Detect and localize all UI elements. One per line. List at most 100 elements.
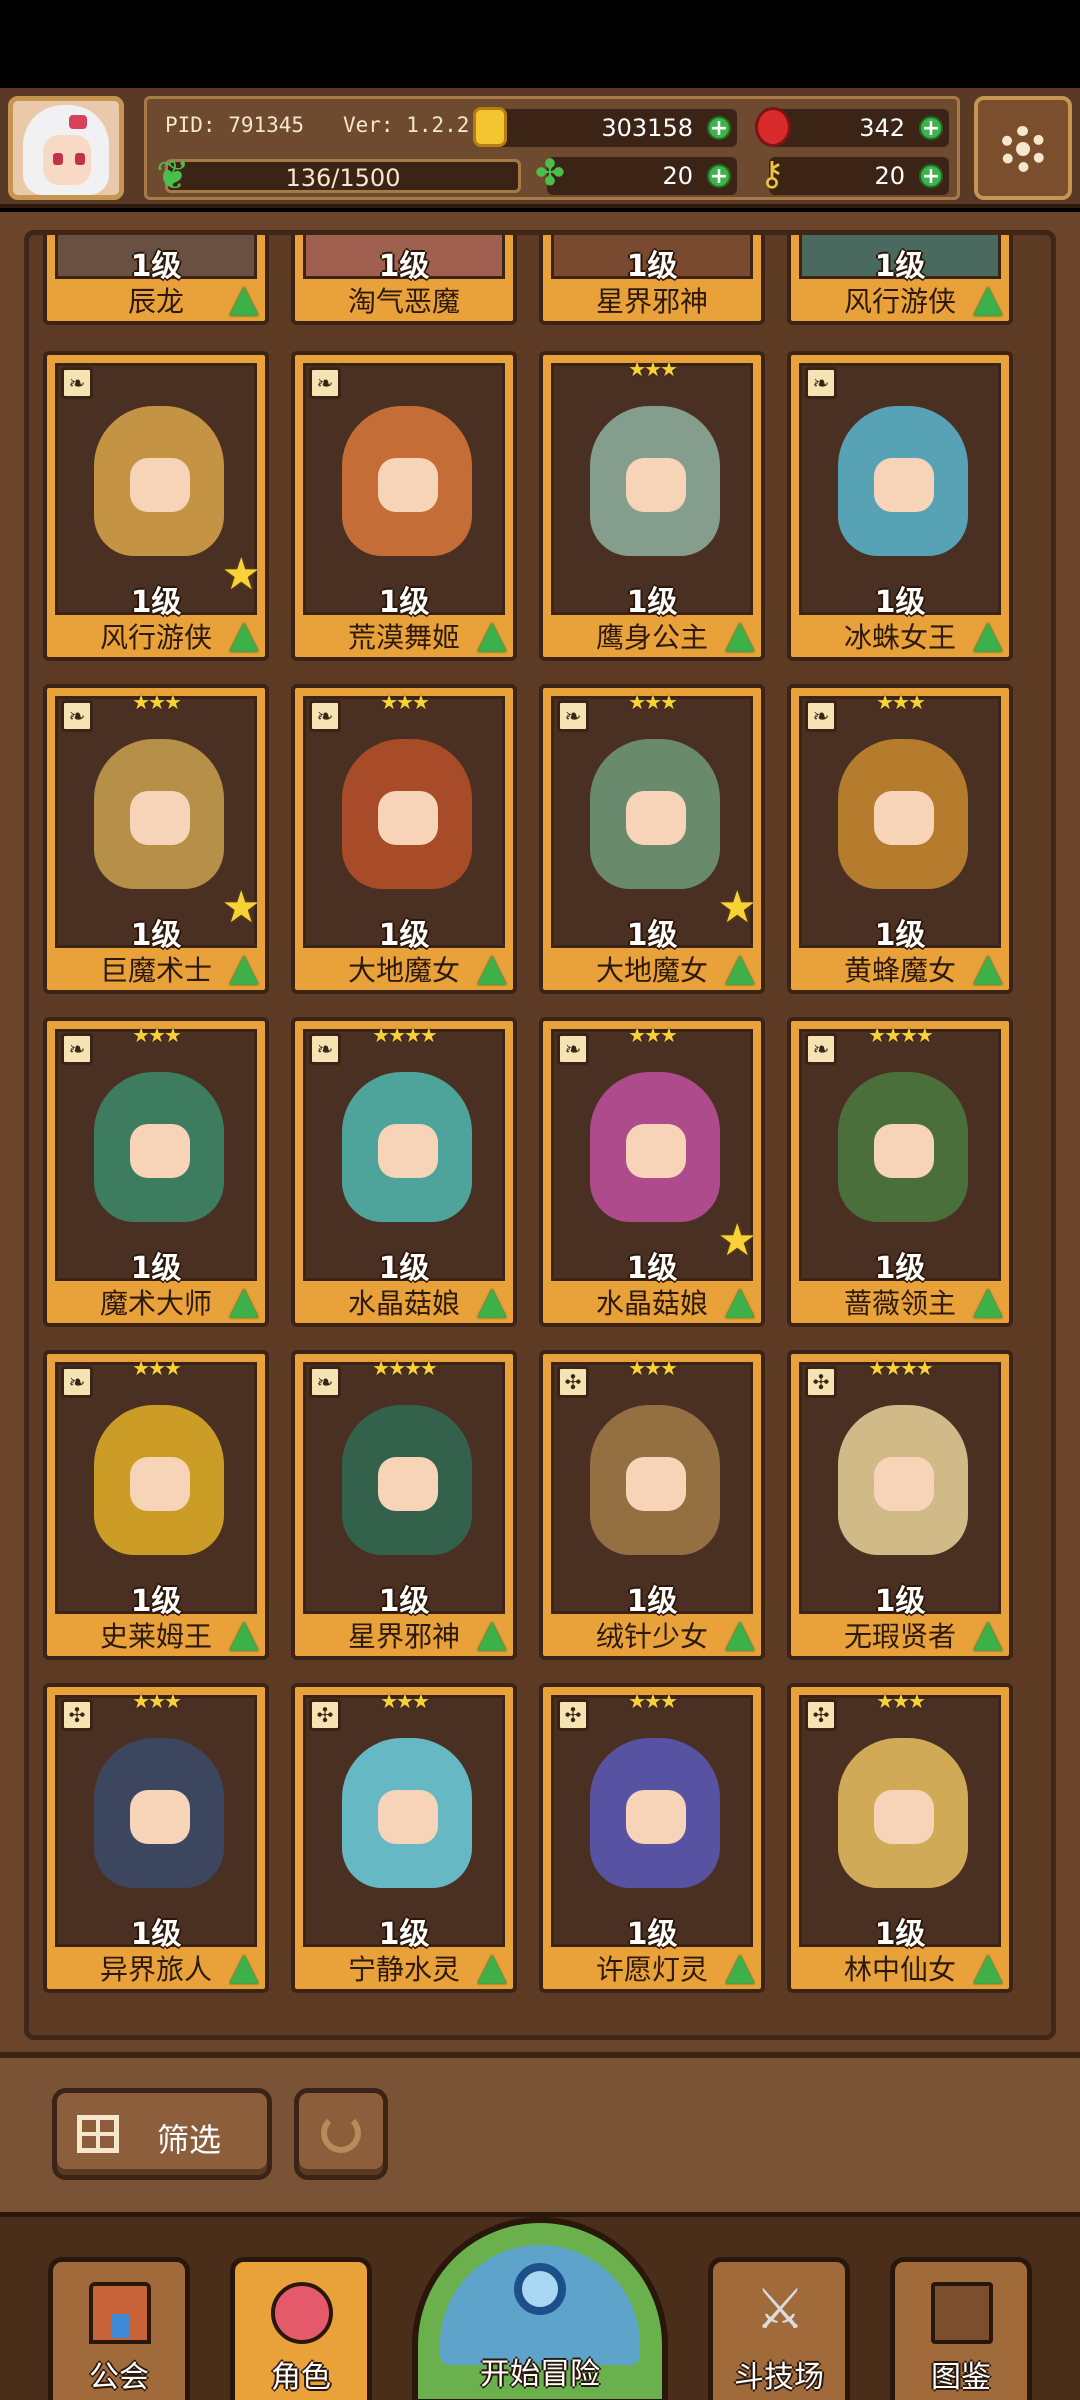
coin-counter: 303158 +: [473, 107, 737, 147]
star-rating: ★★★: [380, 1689, 430, 1713]
character-card[interactable]: ❧ ★★★ 1级 巨魔术士 ★ ▲: [43, 684, 269, 994]
upgrade-arrow-icon: ▲: [973, 612, 1003, 656]
filter-button[interactable]: 筛选: [52, 2088, 272, 2180]
nav-guild[interactable]: 公会: [48, 2257, 190, 2400]
upgrade-arrow-icon: ▲: [973, 1944, 1003, 1988]
guild-house-icon: [89, 2282, 151, 2344]
character-board: 1级 辰龙 ▲ 1级 淘气恶魔 1级 星界邪神 1级 风行游侠 ▲ ❧ 1级 风行游…: [0, 212, 1080, 2052]
player-avatar[interactable]: [8, 96, 124, 200]
star-rating: ★★★: [132, 1023, 182, 1047]
status-bar: [0, 0, 1080, 88]
favorite-star-icon: ★: [221, 549, 261, 600]
star-rating: ★★★: [628, 1356, 678, 1380]
upgrade-arrow-icon: ▲: [477, 612, 507, 656]
nav-character-label: 角色: [271, 2360, 331, 2395]
clover-value: 20: [662, 162, 693, 190]
bottom-nav: 公会 角色 开始冒险 ⚔ 斗技场 图鉴: [0, 2212, 1080, 2400]
key-value: 20: [874, 162, 905, 190]
leaf-icon: ❧: [309, 367, 341, 399]
character-card[interactable]: ❧ 1级 风行游侠 ★ ▲: [43, 351, 269, 661]
upgrade-arrow-icon: ▲: [725, 1278, 755, 1322]
card-level: 1级: [626, 249, 678, 284]
magnifier-icon: [514, 2263, 566, 2315]
nav-character[interactable]: 角色: [230, 2257, 372, 2400]
star-rating: ★★★★: [868, 1023, 934, 1047]
character-card[interactable]: ❧ 1级 冰蛛女王 ▲: [787, 351, 1013, 661]
character-card[interactable]: 1级 辰龙 ▲: [43, 235, 269, 325]
upgrade-arrow-icon: ▲: [725, 1611, 755, 1655]
character-card[interactable]: ✣ ★★★ 1级 异界旅人 ▲: [43, 1683, 269, 1993]
add-gems-button[interactable]: +: [919, 116, 943, 140]
character-card[interactable]: ❧ ★★★★ 1级 蔷薇领主 ▲: [787, 1017, 1013, 1327]
upgrade-arrow-icon: ▲: [973, 1278, 1003, 1322]
key-counter: ⚷ 20 +: [760, 155, 949, 195]
character-card[interactable]: ❧ ★★★ 1级 魔术大师 ▲: [43, 1017, 269, 1327]
nav-codex-label: 图鉴: [931, 2360, 991, 2395]
nav-arena-label: 斗技场: [734, 2360, 824, 2395]
star-rating: ★★★: [628, 1023, 678, 1047]
nav-codex[interactable]: 图鉴: [890, 2257, 1032, 2400]
character-grid[interactable]: 1级 辰龙 ▲ 1级 淘气恶魔 1级 星界邪神 1级 风行游侠 ▲ ❧ 1级 风行游…: [24, 230, 1056, 2040]
character-card[interactable]: 1级 淘气恶魔: [291, 235, 517, 325]
character-card[interactable]: ❧ ★★★ 1级 史莱姆王 ▲: [43, 1350, 269, 1660]
favorite-star-icon: ★: [221, 882, 261, 933]
character-card[interactable]: ✣ ★★★ 1级 许愿灯灵 ▲: [539, 1683, 765, 1993]
add-keys-button[interactable]: +: [919, 164, 943, 188]
character-card[interactable]: 1级 风行游侠 ▲: [787, 235, 1013, 325]
nav-arena[interactable]: ⚔ 斗技场: [708, 2257, 850, 2400]
character-card[interactable]: ❧ ★★★ 1级 大地魔女 ▲: [291, 684, 517, 994]
card-name: 星界邪神: [595, 285, 708, 318]
upgrade-arrow-icon: ▲: [229, 276, 259, 320]
upgrade-arrow-icon: ▲: [229, 612, 259, 656]
start-adventure-button[interactable]: 开始冒险: [412, 2217, 668, 2400]
card-level: 1级: [378, 249, 430, 284]
leaf-icon: ❧: [805, 367, 837, 399]
character-card[interactable]: ❧ ★★★ 1级 大地魔女 ★ ▲: [539, 684, 765, 994]
upgrade-arrow-icon: ▲: [725, 1944, 755, 1988]
start-adventure-label: 开始冒险: [480, 2357, 600, 2392]
character-icon: [271, 2282, 333, 2344]
star-rating: ★★★: [132, 690, 182, 714]
character-card[interactable]: ❧ ★★★ 1级 黄蜂魔女 ▲: [787, 684, 1013, 994]
upgrade-arrow-icon: ▲: [229, 1611, 259, 1655]
settings-button[interactable]: [974, 96, 1072, 200]
upgrade-arrow-icon: ▲: [477, 1278, 507, 1322]
star-rating: ★★★: [628, 1689, 678, 1713]
favorite-star-icon: ★: [717, 1215, 757, 1266]
star-rating: ★★★: [132, 1689, 182, 1713]
add-clovers-button[interactable]: +: [707, 164, 731, 188]
character-card[interactable]: ✣ ★★★★ 1级 无瑕贤者 ▲: [787, 1350, 1013, 1660]
coin-icon: [473, 107, 507, 147]
upgrade-arrow-icon: ▲: [229, 1278, 259, 1322]
upgrade-arrow-icon: ▲: [229, 1944, 259, 1988]
reset-button[interactable]: [294, 2088, 388, 2180]
filter-bar: 筛选: [0, 2052, 1080, 2212]
character-card[interactable]: ✣ ★★★ 1级 绒针少女 ▲: [539, 1350, 765, 1660]
top-hud: PID: 791345 Ver: 1.2.2.3 303158 + 342 + …: [0, 88, 1080, 208]
leaf-icon: ❧: [61, 367, 93, 399]
star-rating: ★★★: [132, 1356, 182, 1380]
exp-value: 136/1500: [285, 164, 401, 192]
upgrade-arrow-icon: ▲: [973, 276, 1003, 320]
star-rating: ★★★★: [372, 1023, 438, 1047]
character-card[interactable]: 1级 星界邪神: [539, 235, 765, 325]
character-card[interactable]: ❧ 1级 荒漠舞姬 ▲: [291, 351, 517, 661]
key-icon: ⚷: [759, 154, 785, 194]
character-card[interactable]: ❧ ★★★ 1级 水晶菇娘 ★ ▲: [539, 1017, 765, 1327]
upgrade-arrow-icon: ▲: [477, 1944, 507, 1988]
star-rating: ★★★: [628, 357, 678, 381]
star-rating: ★★★: [876, 690, 926, 714]
character-card[interactable]: ✣ ★★★ 1级 宁静水灵 ▲: [291, 1683, 517, 1993]
clover-icon: ✤: [534, 153, 566, 194]
character-card[interactable]: ✣ ★★★ 1级 林中仙女 ▲: [787, 1683, 1013, 1993]
character-card[interactable]: ❧ ★★★★ 1级 星界邪神 ▲: [291, 1350, 517, 1660]
player-id: PID: 791345: [165, 113, 305, 137]
add-coins-button[interactable]: +: [707, 116, 731, 140]
gem-icon: [755, 107, 791, 147]
character-card[interactable]: ❧ ★★★★ 1级 水晶菇娘 ▲: [291, 1017, 517, 1327]
gem-counter: 342 +: [755, 107, 949, 147]
clover-counter: ✤ 20 +: [535, 155, 737, 195]
refresh-icon: [321, 2113, 361, 2153]
gem-value: 342: [859, 114, 905, 142]
character-card[interactable]: ★★★ 1级 鹰身公主 ▲: [539, 351, 765, 661]
